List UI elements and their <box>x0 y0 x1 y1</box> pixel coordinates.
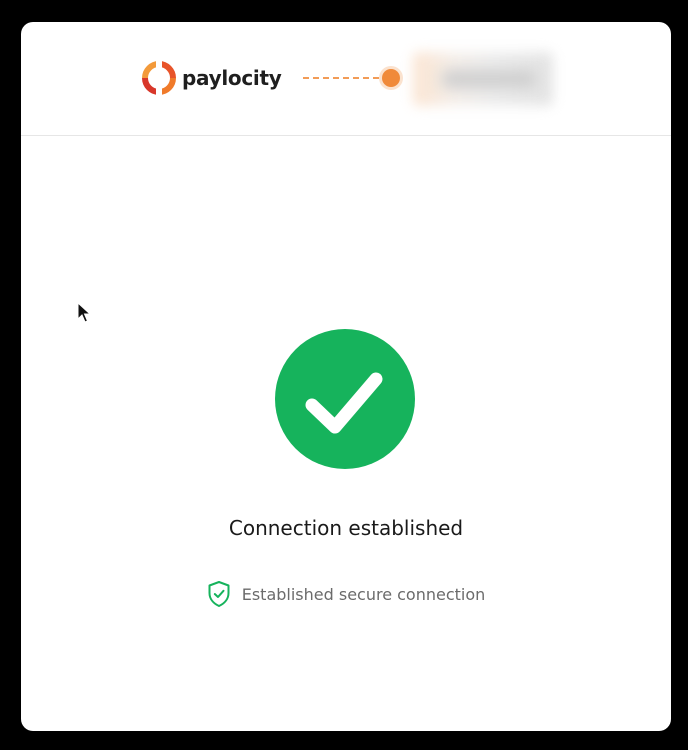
checkmark-icon <box>305 372 383 434</box>
connection-line <box>303 77 385 79</box>
shield-check-icon <box>208 581 230 607</box>
partner-name-blurred <box>441 70 537 88</box>
mouse-cursor-icon <box>77 302 91 323</box>
secure-connection-text: Established secure connection <box>241 584 486 604</box>
connection-dialog: paylocity Connection established Establi… <box>21 22 671 731</box>
dialog-header: paylocity <box>21 22 671 136</box>
brand: paylocity <box>142 61 282 95</box>
brand-name: paylocity <box>182 66 282 90</box>
secure-connection-note: Established secure connection <box>21 580 671 608</box>
success-badge <box>275 329 415 469</box>
connection-dot <box>382 69 400 87</box>
status-title: Connection established <box>228 516 464 540</box>
screen: paylocity Connection established Establi… <box>0 0 688 750</box>
paylocity-logo-icon <box>142 61 176 95</box>
